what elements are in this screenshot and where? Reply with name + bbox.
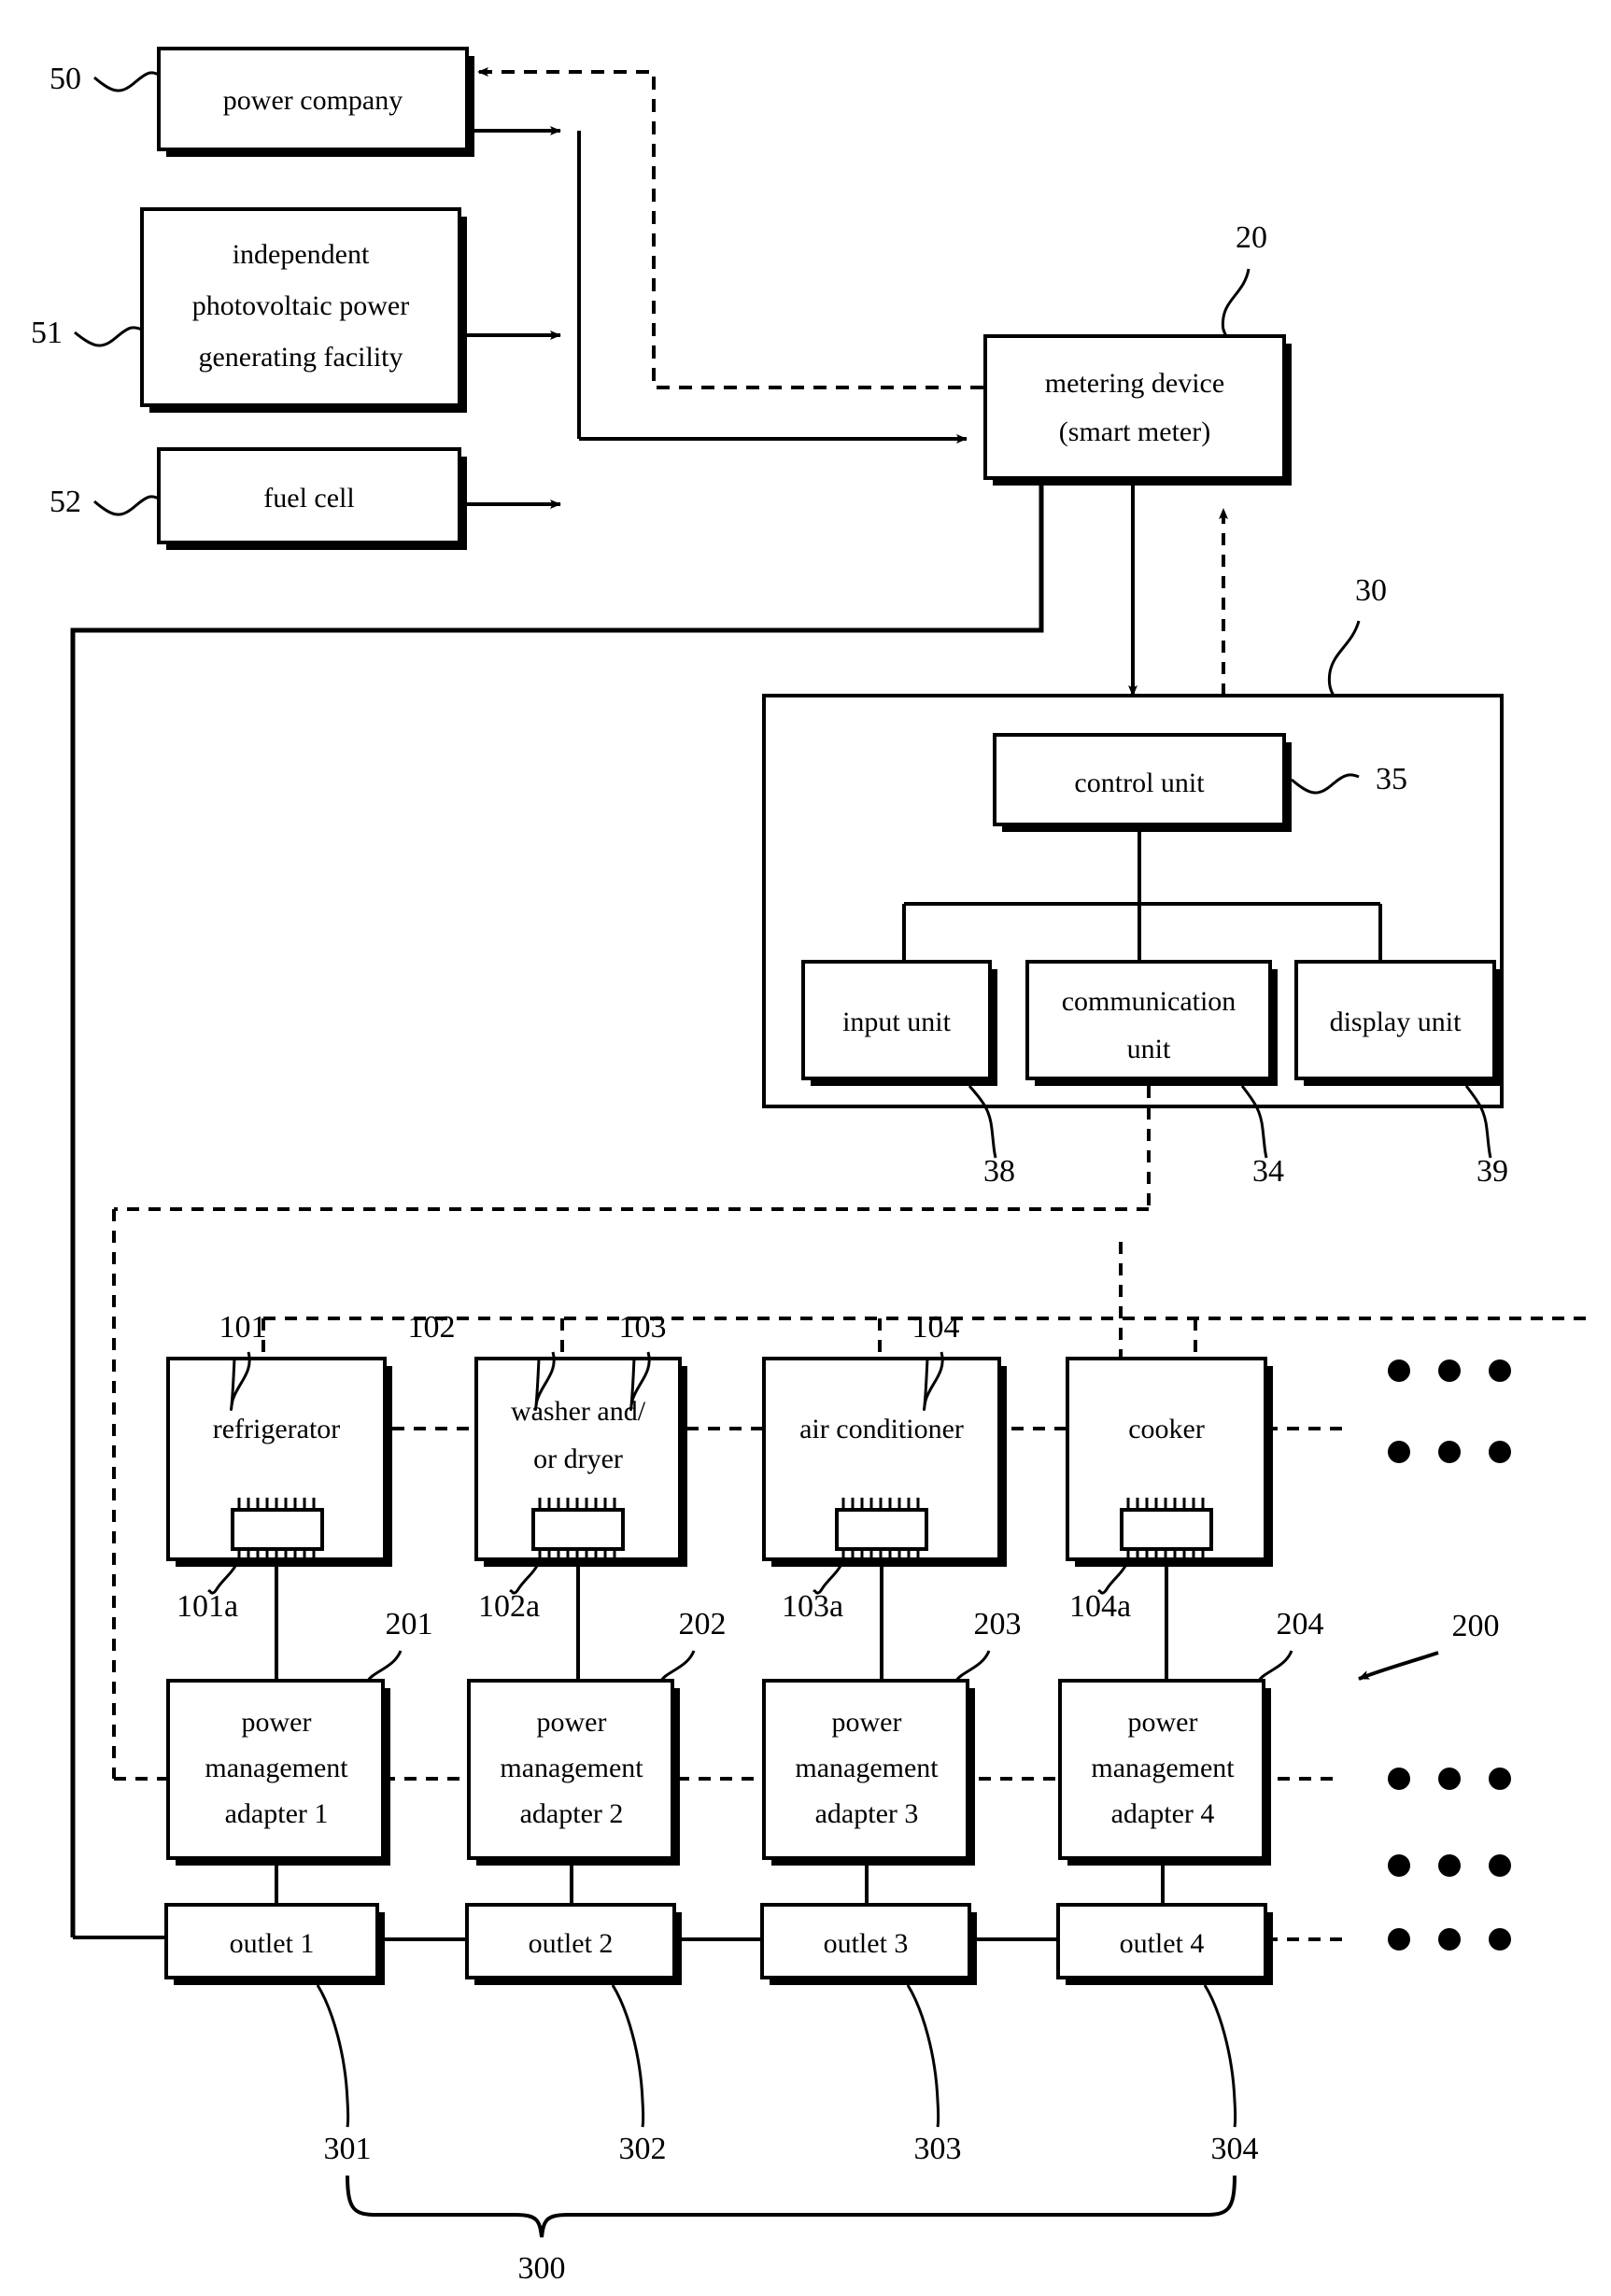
ref-34: 34 (1252, 1154, 1284, 1189)
display-unit-label: display unit (1330, 1007, 1462, 1037)
adapter-label-4b: management (1091, 1753, 1235, 1783)
box-power-company: power company (157, 47, 474, 157)
metering-device-label-1: metering device (1045, 368, 1224, 399)
box-outlet-3: outlet 3 (760, 1903, 977, 1985)
metering-device-label-2: (smart meter) (1059, 416, 1210, 447)
ellipsis-adapter-row (1388, 1768, 1511, 1790)
outlets-group-brace (346, 2175, 1237, 2238)
box-metering-device: metering device (smart meter) (983, 334, 1292, 486)
diagram-canvas: power company 50 independent photovoltai… (31, 47, 1593, 2286)
box-adapter-2: power management adapter 2 (467, 1679, 680, 1866)
appliance-label-4a: cooker (1128, 1414, 1205, 1444)
adapter-label-1a: power (242, 1707, 312, 1738)
appliance-label-2a: washer and/ (511, 1396, 646, 1427)
ref-303: 303 (914, 2132, 962, 2166)
box-control-unit: control unit (993, 733, 1292, 832)
ref-304: 304 (1211, 2132, 1259, 2166)
adapter-label-2c: adapter 2 (520, 1798, 624, 1829)
box-adapter-1: power management adapter 1 (166, 1679, 390, 1866)
box-communication-unit: communication unit (1025, 960, 1278, 1086)
box-appliance-washer-dryer: washer and/ or dryer (474, 1357, 687, 1567)
power-bus (459, 126, 968, 509)
patent-figure: power company 50 independent photovoltai… (0, 0, 1611, 2296)
outlet-label-3: outlet 3 (824, 1928, 909, 1959)
box-adapter-4: power management adapter 4 (1058, 1679, 1271, 1866)
ref-103a: 103a (782, 1589, 843, 1624)
ref-203: 203 (974, 1607, 1022, 1641)
ref-20: 20 (1236, 220, 1267, 255)
adapter-label-3c: adapter 3 (815, 1798, 919, 1829)
box-input-unit: input unit (801, 960, 997, 1086)
ref-300: 300 (518, 2251, 566, 2286)
ellipsis-outlet-row (1388, 1928, 1511, 1951)
ref-202: 202 (679, 1607, 727, 1641)
meter-to-power-company-dashed (477, 67, 983, 389)
ref-51: 51 (31, 316, 63, 350)
box-outlet-2: outlet 2 (465, 1903, 682, 1985)
adapter-to-outlet-lines (275, 1866, 1165, 1905)
adapter-label-3b: management (795, 1753, 939, 1783)
ref-104: 104 (912, 1310, 960, 1345)
appliance-label-1a: refrigerator (213, 1414, 341, 1444)
ref-201: 201 (386, 1607, 433, 1641)
outlet-label-4: outlet 4 (1120, 1928, 1205, 1959)
ref-102: 102 (408, 1310, 456, 1345)
outlet-label-1: outlet 1 (230, 1928, 315, 1959)
adapter-label-1b: management (205, 1753, 348, 1783)
adapter-label-4c: adapter 4 (1111, 1798, 1215, 1829)
appliance-label-2b: or dryer (533, 1444, 623, 1474)
controller-tree (902, 824, 1382, 962)
ellipsis-between-adapter-outlet (1388, 1854, 1511, 1877)
ref-35: 35 (1376, 762, 1407, 796)
ref-101a: 101a (177, 1589, 238, 1624)
ref-38: 38 (983, 1154, 1015, 1189)
ref-204: 204 (1277, 1607, 1324, 1641)
power-company-label: power company (223, 85, 403, 116)
ref-39: 39 (1477, 1154, 1508, 1189)
box-appliance-cooker: cooker (1066, 1357, 1273, 1567)
pv-facility-label-1: independent (233, 239, 370, 270)
box-appliance-air-conditioner: air conditioner (762, 1357, 1007, 1567)
box-outlet-1: outlet 1 (164, 1903, 385, 1985)
ref-302: 302 (619, 2132, 667, 2166)
ref-301: 301 (324, 2132, 372, 2166)
input-unit-label: input unit (842, 1007, 952, 1037)
box-display-unit: display unit (1294, 960, 1502, 1086)
ref-30: 30 (1355, 573, 1387, 608)
communication-unit-label-1: communication (1062, 986, 1237, 1017)
adapter-label-2a: power (537, 1707, 607, 1738)
ref-50: 50 (49, 62, 81, 96)
ref-103: 103 (619, 1310, 667, 1345)
box-appliance-refrigerator: refrigerator (166, 1357, 392, 1567)
ref-52: 52 (49, 485, 81, 519)
adapter-label-2b: management (500, 1753, 643, 1783)
outlet-label-2: outlet 2 (529, 1928, 614, 1959)
ref-200: 200 (1452, 1609, 1500, 1643)
ref-104a: 104a (1069, 1589, 1131, 1624)
adapter-label-4a: power (1128, 1707, 1198, 1738)
box-pv-facility: independent photovoltaic power generatin… (140, 207, 467, 413)
box-fuel-cell: fuel cell (157, 447, 467, 550)
adapter-label-3a: power (832, 1707, 902, 1738)
adapter-label-1c: adapter 1 (225, 1798, 329, 1829)
pv-facility-label-2: photovoltaic power (192, 290, 409, 321)
ellipsis-appliance-mid (1388, 1441, 1511, 1463)
fuel-cell-label: fuel cell (263, 483, 354, 514)
communication-unit-label-2: unit (1127, 1034, 1171, 1064)
pv-facility-label-3: generating facility (198, 342, 403, 373)
control-unit-label: control unit (1074, 768, 1205, 798)
ref-101: 101 (219, 1310, 267, 1345)
ref-102a: 102a (478, 1589, 540, 1624)
ellipsis-appliance-top (1388, 1359, 1511, 1382)
box-outlet-4: outlet 4 (1056, 1903, 1273, 1985)
appliance-label-3a: air conditioner (799, 1414, 964, 1444)
box-adapter-3: power management adapter 3 (762, 1679, 975, 1866)
